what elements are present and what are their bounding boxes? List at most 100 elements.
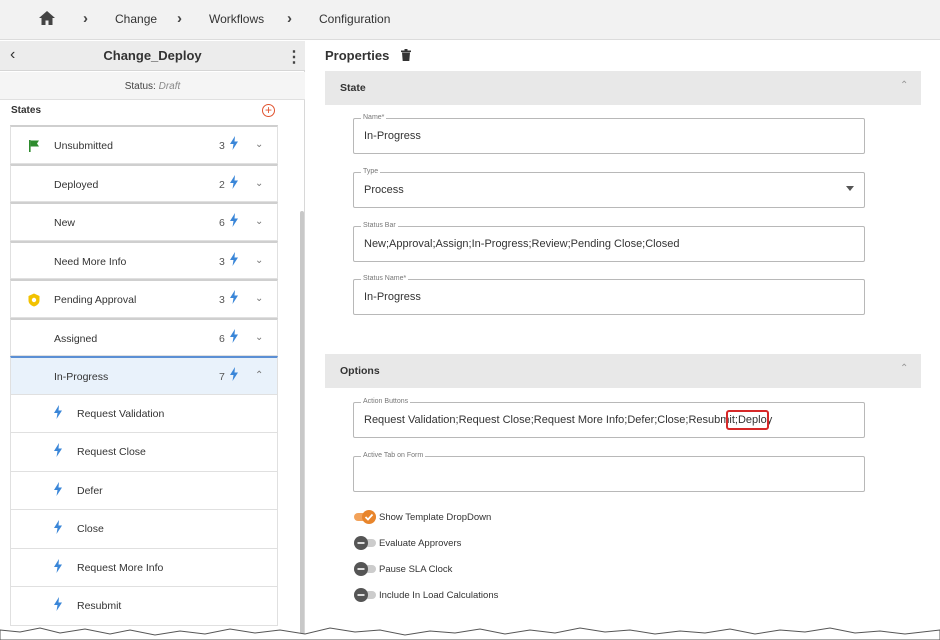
- action-buttons-field[interactable]: Action Buttons Request Validation;Reques…: [353, 398, 865, 438]
- options-section-header[interactable]: Options ⌃: [325, 354, 921, 388]
- scrollbar[interactable]: [300, 211, 304, 640]
- minus-icon: [354, 562, 368, 576]
- action-item[interactable]: Request More Info: [10, 548, 278, 587]
- state-label: In-Progress: [54, 371, 109, 383]
- include-load-calculations-toggle[interactable]: [354, 588, 376, 602]
- field-value: In-Progress: [364, 291, 421, 303]
- state-row-unsubmitted[interactable]: Unsubmitted 3 ⌄: [10, 125, 278, 164]
- action-count: 2: [219, 178, 225, 191]
- breadcrumb-configuration[interactable]: Configuration: [319, 12, 390, 26]
- breadcrumb-change[interactable]: Change: [115, 12, 157, 26]
- action-count: 3: [219, 294, 225, 306]
- action-item[interactable]: Close: [10, 510, 278, 549]
- state-section-header[interactable]: State ⌃: [325, 71, 921, 105]
- chevron-down-icon[interactable]: ⌄: [255, 178, 263, 189]
- chevron-down-icon[interactable]: ⌄: [255, 332, 263, 343]
- action-item[interactable]: Defer: [10, 471, 278, 510]
- chevron-right-icon: ›: [287, 10, 292, 27]
- action-item[interactable]: Resubmit: [10, 587, 278, 626]
- type-select[interactable]: Type Process: [353, 168, 865, 208]
- status-name-field[interactable]: Status Name* In-Progress: [353, 275, 865, 315]
- section-title: State: [340, 82, 366, 94]
- state-label: Need More Info: [54, 255, 127, 268]
- chevron-up-icon[interactable]: ⌃: [900, 80, 908, 91]
- breadcrumb-workflows[interactable]: Workflows: [209, 12, 264, 26]
- bolt-icon: [53, 404, 63, 422]
- bolt-icon: [229, 136, 239, 153]
- action-label: Defer: [77, 484, 103, 497]
- action-item[interactable]: Request Validation: [10, 394, 278, 433]
- approval-badge-icon: [27, 293, 41, 307]
- state-label: Unsubmitted: [54, 140, 113, 152]
- active-tab-field[interactable]: Active Tab on Form: [353, 452, 865, 492]
- minus-icon: [354, 536, 368, 550]
- chevron-down-icon[interactable]: ⌄: [255, 139, 263, 150]
- bolt-icon: [53, 443, 63, 460]
- pause-sla-clock-toggle[interactable]: [354, 562, 376, 576]
- state-row-new[interactable]: New 6 ⌄: [10, 202, 278, 241]
- action-count: 3: [219, 255, 225, 268]
- bolt-icon: [53, 481, 63, 499]
- bolt-icon: [229, 290, 239, 307]
- state-label: Pending Approval: [54, 294, 137, 306]
- evaluate-approvers-toggle[interactable]: [354, 536, 376, 550]
- torn-edge-decoration: [0, 627, 940, 640]
- action-label: Resubmit: [77, 600, 122, 612]
- action-item[interactable]: Request Close: [10, 433, 278, 472]
- state-row-deployed[interactable]: Deployed 2 ⌄: [10, 163, 278, 202]
- chevron-down-icon[interactable]: ⌄: [255, 255, 263, 266]
- state-label: Deployed: [54, 178, 99, 191]
- action-label: Request Validation: [77, 407, 165, 420]
- breadcrumb: › Change › Workflows › Configuration: [0, 0, 940, 40]
- bolt-icon: [229, 174, 239, 192]
- field-label: Action Buttons: [361, 398, 411, 405]
- state-label: Assigned: [54, 332, 98, 345]
- state-row-pending-approval[interactable]: Pending Approval 3 ⌄: [10, 279, 278, 318]
- toggle-label: Include In Load Calculations: [379, 590, 499, 601]
- state-row-in-progress[interactable]: In-Progress 7 ⌃: [10, 356, 278, 395]
- name-field[interactable]: Name* In-Progress: [353, 114, 865, 154]
- state-label: New: [54, 217, 76, 229]
- field-value: In-Progress: [364, 130, 421, 142]
- bolt-icon: [229, 328, 239, 346]
- show-template-dropdown-toggle[interactable]: [354, 510, 376, 524]
- action-count: 3: [219, 140, 225, 152]
- field-value: New;Approval;Assign;In-Progress;Review;P…: [364, 238, 680, 250]
- flag-icon: [27, 139, 41, 153]
- more-options-icon[interactable]: ⋮: [286, 47, 302, 67]
- bolt-icon: [229, 213, 239, 230]
- bolt-icon: [229, 251, 239, 269]
- workflow-title: Change_Deploy: [103, 48, 202, 63]
- chevron-right-icon: ›: [177, 10, 182, 27]
- state-row-need-more-info[interactable]: Need More Info 3 ⌄: [10, 240, 278, 279]
- chevron-down-icon[interactable]: ⌄: [255, 216, 263, 227]
- chevron-up-icon[interactable]: ⌃: [900, 363, 908, 374]
- chevron-right-icon: ›: [83, 10, 88, 27]
- dropdown-caret-icon[interactable]: [846, 186, 854, 191]
- field-label: Status Name*: [361, 275, 409, 282]
- home-icon[interactable]: [38, 10, 56, 29]
- chevron-up-icon[interactable]: ⌃: [255, 370, 263, 381]
- section-title: Options: [340, 365, 380, 377]
- trash-icon[interactable]: [401, 49, 411, 64]
- chevron-down-icon[interactable]: ⌄: [255, 293, 263, 304]
- field-label: Active Tab on Form: [361, 452, 426, 459]
- deploy-highlight-box: [726, 410, 769, 430]
- toggle-label: Evaluate Approvers: [379, 538, 462, 549]
- action-label: Request More Info: [77, 561, 164, 574]
- action-count: 7: [219, 371, 225, 383]
- toggle-label: Show Template DropDown: [379, 512, 492, 523]
- state-row-assigned[interactable]: Assigned 6 ⌄: [10, 317, 278, 356]
- properties-panel: Properties State ⌃ Name* In-Progress Typ…: [306, 41, 940, 640]
- bolt-icon: [53, 597, 63, 614]
- status-bar-field[interactable]: Status Bar New;Approval;Assign;In-Progre…: [353, 222, 865, 262]
- check-icon: [362, 510, 376, 524]
- add-state-button[interactable]: +: [262, 104, 275, 117]
- status-value: Draft: [158, 81, 181, 92]
- toggle-label: Pause SLA Clock: [379, 564, 453, 575]
- state-list: Unsubmitted 3 ⌄ Deployed 2 ⌄ New 6 ⌄ Nee…: [10, 125, 278, 626]
- action-label: Request Close: [77, 446, 146, 458]
- action-label: Close: [77, 523, 104, 535]
- action-count: 6: [219, 332, 225, 345]
- bolt-icon: [53, 520, 63, 537]
